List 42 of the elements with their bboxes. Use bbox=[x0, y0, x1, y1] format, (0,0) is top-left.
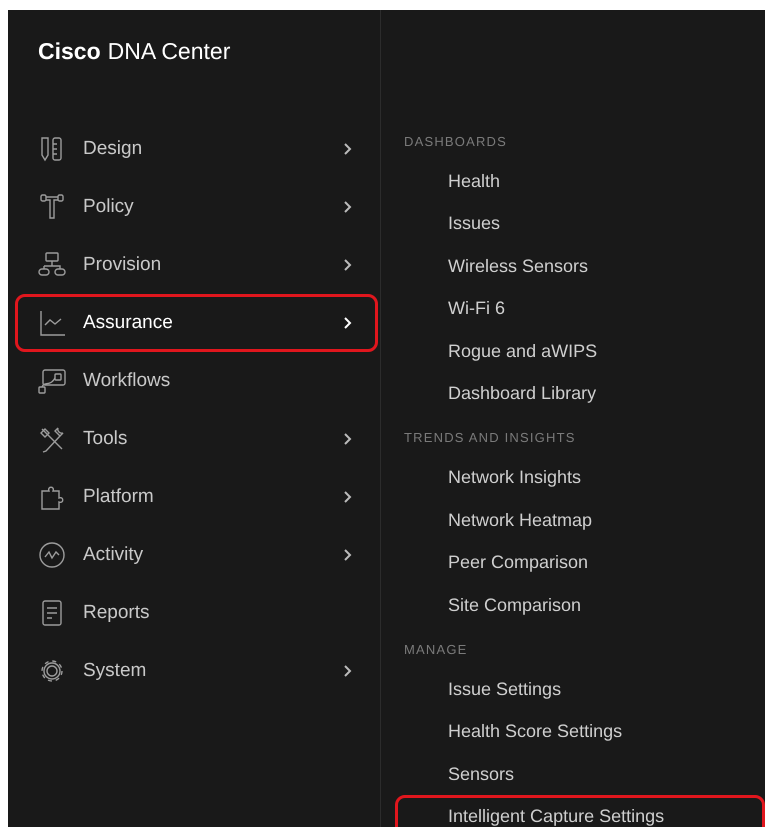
nav-item[interactable]: Tools bbox=[15, 410, 378, 468]
nav-item[interactable]: Design bbox=[15, 120, 378, 178]
submenu-link[interactable]: Peer Comparison bbox=[395, 541, 765, 584]
chevron-icon bbox=[343, 548, 353, 562]
section-heading: DASHBOARDS bbox=[403, 133, 508, 151]
chevron-icon bbox=[343, 200, 353, 214]
nav-item[interactable]: Platform bbox=[15, 468, 378, 526]
nav-item[interactable]: Assurance bbox=[15, 294, 378, 352]
product-name: DNA Center bbox=[108, 38, 230, 65]
gavel-icon bbox=[38, 193, 66, 221]
submenu-link[interactable]: Site Comparison bbox=[395, 584, 765, 626]
submenu-link[interactable]: Network Heatmap bbox=[395, 498, 765, 542]
tools-icon bbox=[38, 425, 66, 453]
nav-item[interactable]: Reports bbox=[15, 584, 378, 642]
submenu-link[interactable]: Sensors bbox=[395, 752, 765, 796]
submenu-link[interactable]: Health Score Settings bbox=[395, 710, 765, 753]
submenu-link[interactable]: Wi-Fi 6 bbox=[395, 287, 765, 330]
chevron-icon bbox=[343, 664, 353, 678]
submenu-link[interactable]: Network Insights bbox=[395, 456, 765, 499]
nav-item[interactable]: Activity bbox=[15, 526, 378, 584]
chevron-icon bbox=[343, 258, 353, 272]
chevron-icon bbox=[343, 316, 353, 330]
submenu-link[interactable]: Wireless Sensors bbox=[395, 244, 765, 288]
nav-item[interactable]: Provision bbox=[15, 236, 378, 294]
nav-item[interactable]: Workflows bbox=[15, 352, 378, 410]
submenu-link[interactable]: Health bbox=[395, 160, 765, 202]
submenu-link[interactable]: Rogue and aWIPS bbox=[395, 330, 765, 372]
submenu-link[interactable]: Dashboard Library bbox=[395, 372, 765, 414]
chevron-icon bbox=[343, 432, 353, 446]
section-heading: TRENDS AND INSIGHTS bbox=[403, 429, 577, 448]
line-chart-icon bbox=[38, 309, 66, 337]
nav-item[interactable]: System bbox=[15, 642, 378, 700]
chevron-icon bbox=[343, 490, 353, 504]
submenu-link[interactable]: Issue Settings bbox=[395, 668, 765, 710]
nav-item[interactable]: Policy bbox=[15, 178, 378, 236]
pulse-icon bbox=[38, 541, 66, 569]
brand-name: Cisco bbox=[38, 38, 101, 65]
submenu-link[interactable]: Intelligent Capture Settings bbox=[395, 795, 765, 827]
submenu-link[interactable]: Issues bbox=[395, 202, 765, 245]
section-heading: MANAGE bbox=[403, 640, 469, 659]
chevron-icon bbox=[343, 142, 353, 156]
workflow-icon bbox=[38, 367, 66, 395]
